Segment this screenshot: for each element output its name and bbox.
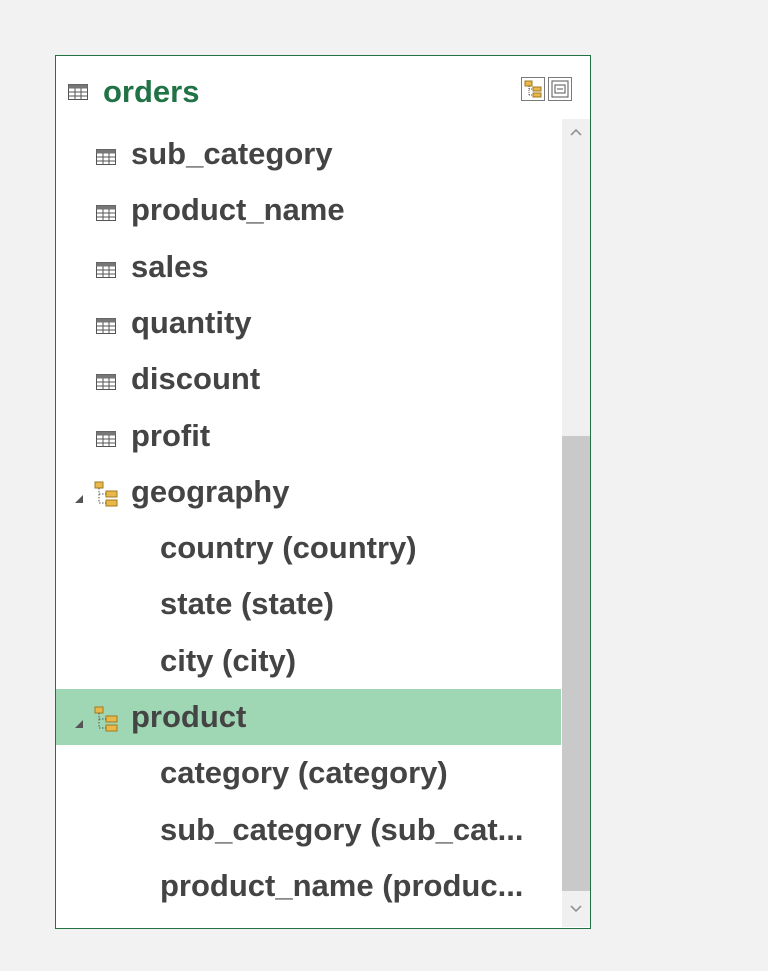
field-row[interactable]: quantity [56, 295, 561, 351]
collapse-view-icon[interactable] [548, 77, 572, 101]
table-name: orders [103, 74, 200, 109]
field-table-icon [96, 205, 116, 226]
field-list: sub_category product_namesales quantity dis… [56, 126, 561, 928]
field-row[interactable]: sales [56, 239, 561, 295]
scroll-down-icon[interactable] [569, 904, 583, 914]
scrollbar-thumb[interactable] [562, 436, 590, 891]
item-label: state (state) [160, 586, 334, 622]
item-label: discount [131, 361, 261, 397]
item-label: sales [131, 248, 209, 284]
item-label: product_name [131, 192, 345, 228]
hierarchy-row[interactable]: geography [56, 464, 561, 520]
field-table-icon [96, 261, 116, 283]
table-card: orders sub_category product_namesales quan… [55, 55, 591, 929]
table-header[interactable]: orders [56, 56, 590, 124]
item-label: quantity [131, 304, 252, 340]
field-row[interactable]: product_name [56, 182, 561, 238]
hierarchy-icon [93, 705, 119, 740]
field-row[interactable]: sub_category [56, 126, 561, 182]
expand-triangle-icon[interactable] [74, 491, 84, 509]
level-row[interactable]: state (state) [56, 576, 561, 632]
field-row[interactable]: discount [56, 351, 561, 407]
level-row[interactable]: country (country) [56, 520, 561, 576]
item-label: product [131, 699, 247, 734]
field-table-icon [96, 149, 116, 170]
item-label: country (country) [160, 530, 417, 566]
level-row[interactable]: product_name (produc... [56, 858, 561, 914]
item-label: sub_category [131, 136, 333, 171]
field-table-icon [96, 374, 116, 395]
table-icon [68, 84, 88, 105]
item-label: sub_category (sub_cat... [160, 811, 524, 847]
hierarchy-icon [93, 480, 119, 515]
item-label: city (city) [160, 642, 297, 678]
level-row[interactable]: sub_category (sub_cat... [56, 802, 561, 858]
field-row[interactable]: profit [56, 408, 561, 464]
level-row[interactable]: category (category) [56, 745, 561, 801]
item-label: product_name (produc... [160, 867, 524, 903]
hierarchy-row[interactable]: product [56, 689, 561, 745]
level-row[interactable]: city (city) [56, 633, 561, 689]
field-table-icon [96, 430, 116, 452]
field-table-icon [96, 317, 116, 339]
item-label: category (category) [160, 755, 448, 791]
scroll-up-icon[interactable] [569, 127, 583, 137]
item-label: profit [131, 417, 211, 453]
hierarchy-view-icon[interactable] [521, 77, 545, 101]
vertical-scrollbar[interactable] [562, 119, 590, 927]
item-label: geography [131, 473, 290, 509]
expand-triangle-icon[interactable] [74, 716, 84, 734]
